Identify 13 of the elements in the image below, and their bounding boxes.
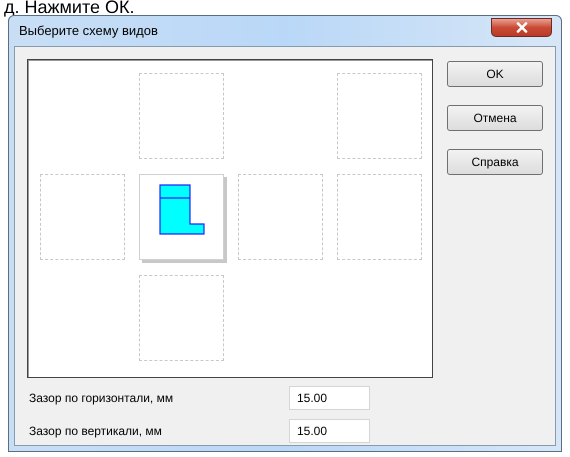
dialog-button[interactable]: Справка [447,149,543,175]
dialog-button[interactable]: OK [447,61,543,87]
dialog-button[interactable]: Отмена [447,105,543,131]
view-slot[interactable] [139,174,224,260]
window-title: Выберите схему видов [19,22,158,40]
close-button[interactable] [491,18,552,37]
field-label: Зазор по вертикали, мм [28,423,163,440]
document-text: д. Нажмите ОК. [4,0,135,17]
close-icon [516,22,528,33]
input-field[interactable]: 15.00 [289,386,370,410]
field-label: Зазор по горизонтали, мм [28,390,174,407]
part-view-drawing [159,184,205,235]
input-field[interactable]: 15.00 [289,419,370,443]
